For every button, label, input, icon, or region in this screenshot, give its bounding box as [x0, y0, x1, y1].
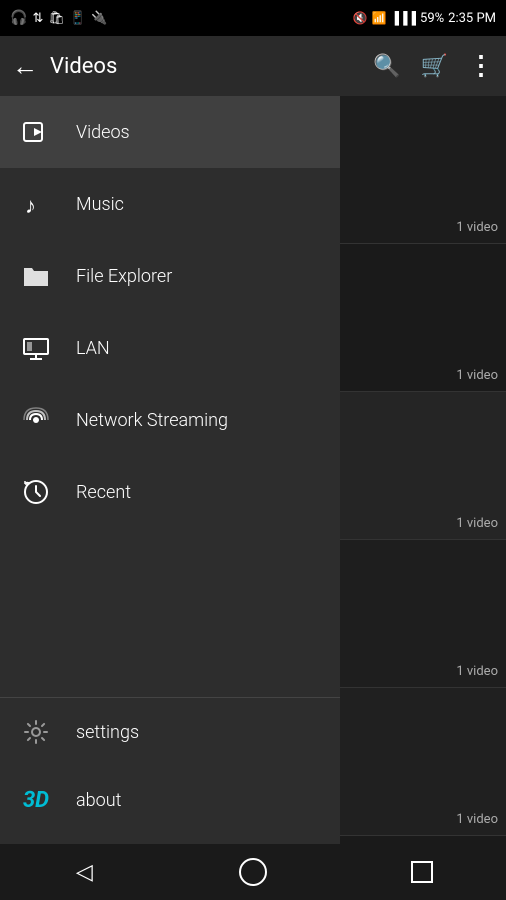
sidebar-item-lan-label: LAN [76, 338, 110, 359]
sidebar-item-network-streaming-label: Network Streaming [76, 410, 228, 431]
nav-home-icon [239, 858, 267, 886]
sidebar-item-videos[interactable]: Videos [0, 96, 340, 168]
nav-back-button[interactable]: ◁ [54, 852, 114, 892]
sidebar-item-music[interactable]: ♪ Music [0, 168, 340, 240]
nav-bar: ◁ [0, 844, 506, 900]
status-right-info: 🔇 📶 ▐▐▐ 59% 2:35 PM [353, 11, 496, 26]
phone-icon: 📱 [70, 11, 86, 26]
about-label: about [76, 790, 121, 811]
signal-icon: ▐▐▐ [391, 11, 417, 25]
usb-icon: 🔌 [91, 11, 107, 26]
settings-label: settings [76, 722, 139, 743]
network-streaming-icon [20, 406, 52, 434]
more-button[interactable]: ⋮ [468, 51, 494, 81]
back-button[interactable]: ← [12, 51, 38, 82]
clock: 2:35 PM [448, 11, 496, 26]
video-count: 1 video [456, 664, 498, 679]
transfer-icon: ⇅ [32, 11, 43, 26]
back-icon: ← [12, 51, 38, 82]
store-icon: 🛍 [48, 11, 65, 26]
nav-back-icon: ◁ [76, 860, 93, 885]
mute-icon: 🔇 [353, 11, 368, 25]
recent-icon [20, 478, 52, 506]
lan-icon [20, 335, 52, 361]
video-count: 1 video [456, 368, 498, 383]
toolbar: ← Videos 🔍 🛒 ⋮ [0, 36, 506, 96]
sidebar-item-recent-label: Recent [76, 482, 131, 503]
music-icon: ♪ [20, 191, 52, 217]
video-icon [20, 118, 52, 146]
main-content: 1 video 1 video a Civil War 2016 di Dubb… [0, 96, 506, 844]
status-bar: 🎧 ⇅ 🛍 📱 🔌 🔇 📶 ▐▐▐ 59% 2:35 PM [0, 0, 506, 36]
nav-drawer: Videos ♪ Music File Explorer [0, 96, 340, 844]
battery-level: 59% [420, 11, 444, 26]
settings-icon [20, 719, 52, 745]
headphone-icon: 🎧 [10, 10, 27, 26]
sidebar-item-music-label: Music [76, 194, 124, 215]
folder-icon [20, 264, 52, 288]
drawer-bottom-items: settings 3D about [0, 698, 340, 844]
settings-item[interactable]: settings [0, 698, 340, 766]
toolbar-title: Videos [50, 54, 373, 79]
nav-recent-icon [411, 861, 433, 883]
sidebar-item-lan[interactable]: LAN [0, 312, 340, 384]
video-count: 1 video [456, 812, 498, 827]
drawer-menu-items: Videos ♪ Music File Explorer [0, 96, 340, 697]
sidebar-item-file-explorer-label: File Explorer [76, 266, 172, 287]
search-button[interactable]: 🔍 [373, 54, 400, 79]
sidebar-item-recent[interactable]: Recent [0, 456, 340, 528]
sidebar-item-network-streaming[interactable]: Network Streaming [0, 384, 340, 456]
about-icon: 3D [20, 788, 52, 813]
sidebar-item-videos-label: Videos [76, 122, 130, 143]
about-item[interactable]: 3D about [0, 766, 340, 834]
svg-text:♪: ♪ [25, 194, 36, 217]
cart-button[interactable]: 🛒 [421, 54, 448, 79]
nav-home-button[interactable] [223, 852, 283, 892]
video-count: 1 video [456, 220, 498, 235]
wifi-icon: 📶 [372, 11, 387, 25]
sidebar-item-file-explorer[interactable]: File Explorer [0, 240, 340, 312]
toolbar-actions: 🔍 🛒 ⋮ [373, 51, 494, 81]
status-left-icons: 🎧 ⇅ 🛍 📱 🔌 [10, 10, 107, 26]
nav-recent-button[interactable] [392, 852, 452, 892]
